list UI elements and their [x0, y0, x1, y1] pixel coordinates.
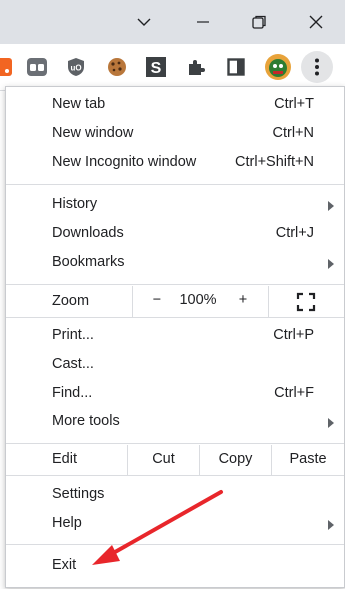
menu-item-downloads[interactable]: Downloads Ctrl+J [6, 220, 344, 249]
submenu-arrow-icon [328, 418, 334, 428]
menu-item-history[interactable]: History [6, 191, 344, 220]
menu-item-label: Settings [52, 486, 105, 502]
rss-icon [0, 58, 12, 76]
chrome-main-menu: New tab Ctrl+T New window Ctrl+N New Inc… [5, 86, 345, 588]
close-button[interactable] [293, 0, 339, 44]
menu-separator [6, 184, 344, 185]
menu-separator [6, 443, 344, 444]
menu-item-label: Downloads [52, 225, 124, 241]
paste-button[interactable]: Paste [272, 451, 344, 467]
svg-text:S: S [151, 60, 162, 77]
menu-item-find[interactable]: Find... Ctrl+F [6, 380, 344, 409]
svg-text:uO: uO [70, 64, 81, 73]
zoom-row: Zoom [6, 286, 344, 317]
menu-item-settings[interactable]: Settings [6, 481, 344, 510]
cookie-icon [108, 58, 126, 76]
menu-item-more-tools[interactable]: More tools [6, 408, 344, 437]
zoom-out-button[interactable]: − [146, 292, 168, 308]
menu-item-label: History [52, 196, 98, 212]
restore-icon [252, 15, 266, 29]
puzzle-icon [189, 60, 205, 75]
chrome-menu-button[interactable] [301, 51, 333, 83]
menu-separator [6, 544, 344, 545]
restore-button[interactable] [236, 0, 282, 44]
menu-item-shortcut: Ctrl+P [273, 327, 314, 343]
side-panel-button[interactable] [225, 56, 247, 78]
menu-item-shortcut: Ctrl+F [274, 385, 314, 401]
menu-item-new-window[interactable]: New window Ctrl+N [6, 120, 344, 149]
menu-item-exit[interactable]: Exit [6, 552, 344, 581]
ublock-extension-button[interactable]: uO [65, 56, 87, 78]
menu-item-label: More tools [52, 413, 120, 429]
visor-extension-button[interactable] [26, 56, 48, 78]
menu-item-shortcut: Ctrl+N [272, 125, 315, 141]
menu-item-label: Cast... [52, 356, 94, 372]
browser-toolbar: uO S [0, 44, 345, 91]
menu-item-new-tab[interactable]: New tab Ctrl+T [6, 91, 344, 120]
menu-item-new-incognito-window[interactable]: New Incognito window Ctrl+Shift+N [6, 149, 344, 178]
chevron-down-icon [137, 18, 151, 26]
menu-item-help[interactable]: Help [6, 510, 344, 539]
cut-button[interactable]: Cut [128, 451, 199, 467]
submenu-arrow-icon [328, 520, 334, 530]
menu-item-label: Find... [52, 385, 93, 401]
minimize-button[interactable] [180, 0, 226, 44]
menu-item-cast[interactable]: Cast... [6, 351, 344, 380]
menu-separator [6, 284, 344, 285]
zoom-divider [268, 286, 269, 317]
close-icon [309, 15, 323, 29]
copy-button[interactable]: Copy [200, 451, 271, 467]
fullscreen-icon [296, 292, 316, 312]
menu-separator [6, 317, 344, 318]
menu-item-bookmarks[interactable]: Bookmarks [6, 249, 344, 278]
tab-search-button[interactable] [121, 0, 167, 44]
zoom-divider [132, 286, 133, 317]
zoom-in-button[interactable]: + [232, 292, 254, 308]
edit-label: Edit [52, 451, 77, 467]
rss-extension-button[interactable] [0, 56, 14, 78]
menu-item-label: New Incognito window [52, 154, 197, 170]
minimize-icon [197, 21, 209, 23]
zoom-level: 100% [179, 292, 217, 308]
menu-item-label: Help [52, 515, 82, 531]
submenu-arrow-icon [328, 259, 334, 269]
menu-item-label: New tab [52, 96, 106, 112]
kebab-menu-icon [315, 58, 319, 76]
s-extension-icon: S [146, 57, 166, 77]
cookie-extension-button[interactable] [106, 56, 128, 78]
avatar [265, 54, 291, 80]
sidepanel-icon [227, 58, 245, 76]
menu-separator [6, 475, 344, 476]
menu-item-label: New window [52, 125, 134, 141]
menu-item-shortcut: Ctrl+J [275, 225, 314, 241]
s-extension-button[interactable]: S [145, 56, 167, 78]
menu-item-shortcut: Ctrl+Shift+N [235, 154, 314, 170]
extensions-button[interactable] [185, 56, 207, 78]
menu-item-label: Exit [52, 557, 77, 573]
visor-extension-icon [27, 58, 47, 76]
title-bar [0, 0, 345, 44]
menu-item-label: Print... [52, 327, 94, 343]
menu-item-print[interactable]: Print... Ctrl+P [6, 322, 344, 351]
submenu-arrow-icon [328, 201, 334, 211]
zoom-label: Zoom [52, 293, 90, 309]
fullscreen-button[interactable] [295, 291, 317, 313]
menu-item-label: Bookmarks [52, 254, 125, 270]
profile-button[interactable] [264, 53, 292, 81]
ublock-icon: uO [68, 58, 84, 76]
menu-item-shortcut: Ctrl+T [274, 96, 314, 112]
